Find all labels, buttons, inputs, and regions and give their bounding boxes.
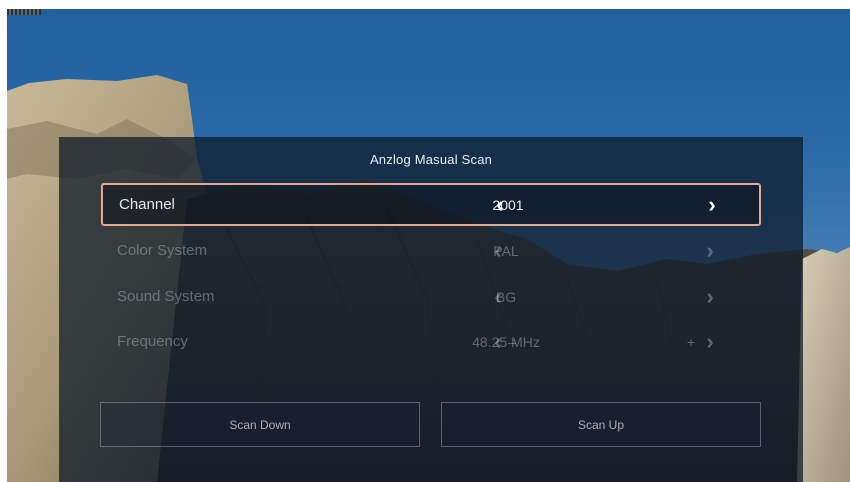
frequency-row[interactable]: Frequency ‹ – 48.25 MHz + › [101,320,761,363]
frequency-plus-icon[interactable]: + [687,334,695,350]
sound-system-right-arrow-icon[interactable]: › [701,285,719,309]
color-system-row[interactable]: Color System ‹ PAL › [101,229,761,272]
analog-manual-scan-dialog: Anzlog Masual Scan Channel ‹ 2001 › Colo… [59,137,803,482]
frequency-label: Frequency [117,333,188,350]
frequency-right-arrow-icon[interactable]: › [701,330,719,354]
color-system-label: Color System [117,242,208,259]
sound-system-label: Sound System [117,288,215,305]
status-indicator-icon [7,9,41,15]
frequency-value: 48.25 MHz [472,333,540,350]
dialog-title: Anzlog Masual Scan [369,152,493,167]
scan-up-button[interactable]: Scan Up [441,402,761,447]
channel-value: 2001 [492,196,524,213]
channel-row[interactable]: Channel ‹ 2001 › [101,183,761,226]
channel-right-arrow-icon[interactable]: › [703,193,721,217]
scan-down-button[interactable]: Scan Down [100,402,420,447]
color-system-value: PAL [493,242,519,259]
channel-label: Channel [119,196,175,213]
sound-system-value: BG [495,288,517,305]
sound-system-row[interactable]: Sound System ‹ BG › [101,275,761,318]
color-system-right-arrow-icon[interactable]: › [701,239,719,263]
